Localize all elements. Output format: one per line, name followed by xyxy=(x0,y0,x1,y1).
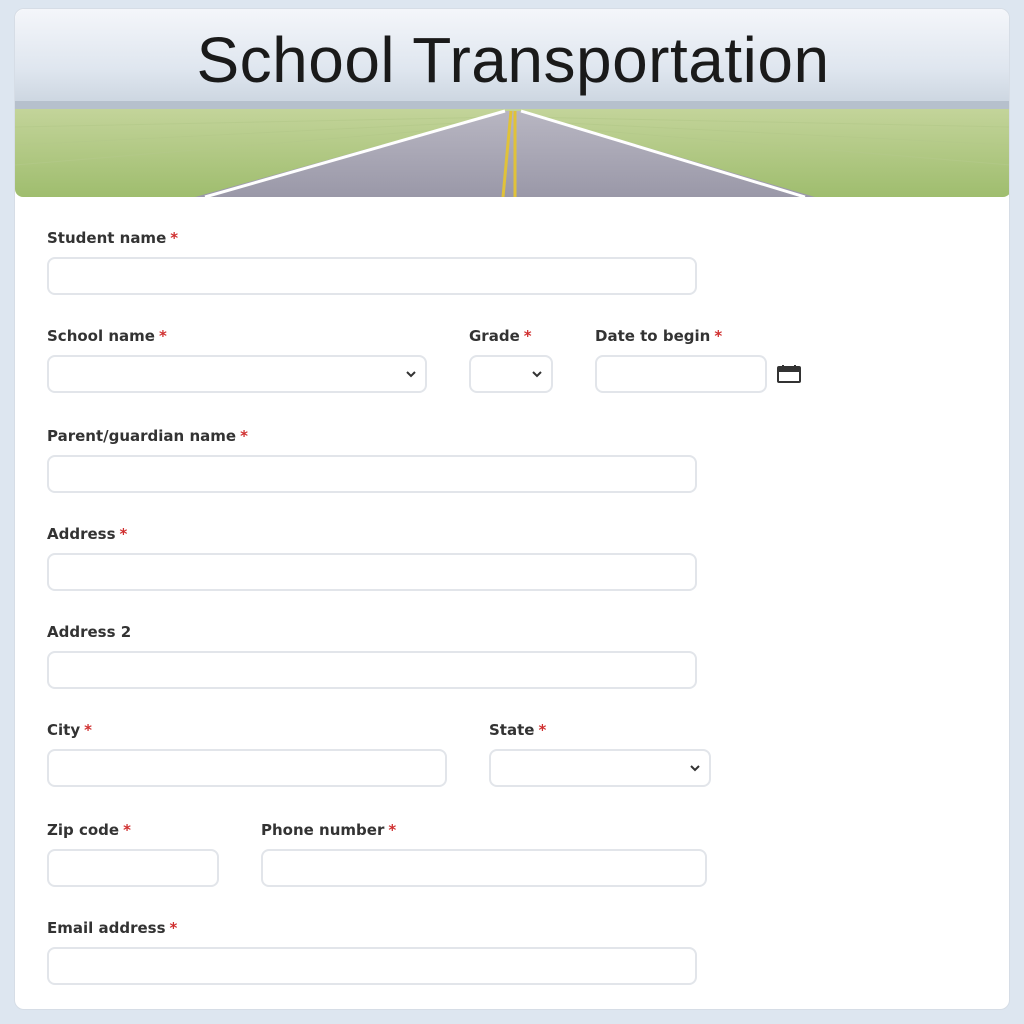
required-marker: * xyxy=(714,327,723,345)
chevron-down-icon xyxy=(532,371,542,378)
required-marker: * xyxy=(538,721,547,739)
address-input[interactable] xyxy=(47,553,697,591)
address-label-text: Address xyxy=(47,525,116,543)
required-marker: * xyxy=(169,919,178,937)
calendar-icon[interactable] xyxy=(777,365,801,383)
required-marker: * xyxy=(523,327,532,345)
city-label-text: City xyxy=(47,721,81,739)
phone-number-label-text: Phone number xyxy=(261,821,385,839)
address2-label: Address 2 xyxy=(47,623,131,641)
grade-select[interactable] xyxy=(469,355,553,393)
address2-input[interactable] xyxy=(47,651,697,689)
state-label-text: State xyxy=(489,721,535,739)
required-marker: * xyxy=(388,821,397,839)
school-name-label: School name * xyxy=(47,327,167,345)
phone-number-label: Phone number * xyxy=(261,821,396,839)
form-card: School Transportation Student name * Scho… xyxy=(14,8,1010,1010)
parent-name-label-text: Parent/guardian name xyxy=(47,427,237,445)
zip-code-label-text: Zip code xyxy=(47,821,120,839)
email-address-input[interactable] xyxy=(47,947,697,985)
required-marker: * xyxy=(84,721,92,739)
page-title: School Transportation xyxy=(196,24,830,96)
required-marker: * xyxy=(123,821,131,839)
date-to-begin-label: Date to begin * xyxy=(595,327,722,345)
required-marker: * xyxy=(158,327,167,345)
chevron-down-icon xyxy=(406,371,416,378)
state-label: State * xyxy=(489,721,546,739)
header-banner: School Transportation xyxy=(15,9,1009,197)
date-to-begin-label-text: Date to begin xyxy=(595,327,711,345)
state-select[interactable] xyxy=(489,749,711,787)
parent-name-input[interactable] xyxy=(47,455,697,493)
required-marker: * xyxy=(119,525,128,543)
student-name-input[interactable] xyxy=(47,257,697,295)
chevron-down-icon xyxy=(690,765,700,772)
address-label: Address * xyxy=(47,525,127,543)
email-address-label: Email address * xyxy=(47,919,177,937)
grade-label: Grade * xyxy=(469,327,532,345)
student-name-label-text: Student name xyxy=(47,229,167,247)
student-name-label: Student name * xyxy=(47,229,178,247)
phone-number-input[interactable] xyxy=(261,849,707,887)
school-name-select[interactable] xyxy=(47,355,427,393)
required-marker: * xyxy=(170,229,179,247)
grade-label-text: Grade xyxy=(469,327,520,345)
city-label: City * xyxy=(47,721,92,739)
parent-name-label: Parent/guardian name * xyxy=(47,427,248,445)
school-name-label-text: School name xyxy=(47,327,155,345)
zip-code-label: Zip code * xyxy=(47,821,131,839)
email-address-label-text: Email address xyxy=(47,919,166,937)
zip-code-input[interactable] xyxy=(47,849,219,887)
date-to-begin-input[interactable] xyxy=(595,355,767,393)
city-input[interactable] xyxy=(47,749,447,787)
required-marker: * xyxy=(240,427,248,445)
address2-label-text: Address 2 xyxy=(47,623,132,641)
